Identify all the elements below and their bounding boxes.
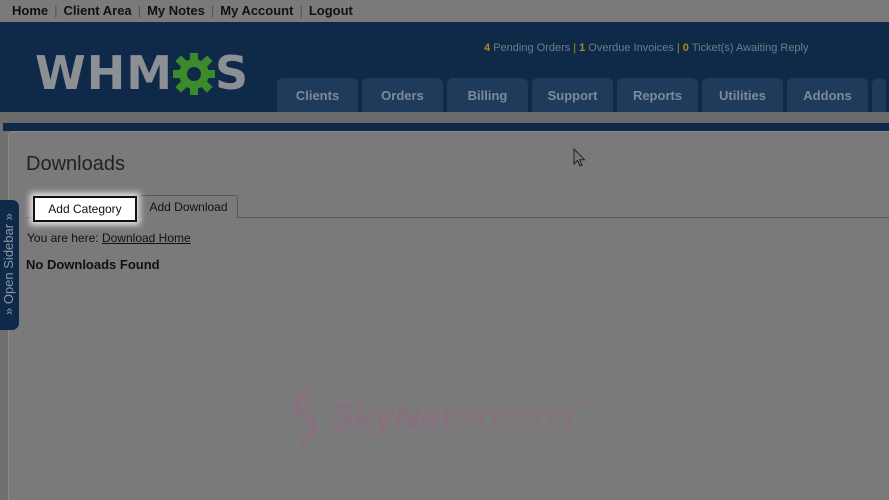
toplink-client-area[interactable]: Client Area: [64, 3, 132, 18]
nav-clients[interactable]: Clients: [277, 78, 358, 112]
pending-orders-count[interactable]: 4: [484, 42, 490, 54]
nav-utilities[interactable]: Utilities: [702, 78, 783, 112]
tab-add-category[interactable]: Add Category: [33, 196, 137, 222]
toplink-my-account[interactable]: My Account: [220, 3, 293, 18]
toplink-logout[interactable]: Logout: [309, 3, 353, 18]
watermark-text: SkyNetHosting: [330, 396, 574, 438]
content-top-bar: [3, 123, 889, 131]
nav-billing[interactable]: Billing: [447, 78, 528, 112]
main-nav: Clients Orders Billing Support Reports U…: [277, 78, 886, 112]
header: WHM S 4 Pending Orders | 1 Overdue Invoices…: [0, 22, 889, 112]
open-sidebar-label: » Open Sidebar »: [1, 213, 16, 315]
whmcs-logo[interactable]: WHM S: [35, 46, 249, 100]
divider-stripe: [0, 112, 889, 123]
overdue-invoices-count[interactable]: 1: [579, 42, 585, 54]
toplink-home[interactable]: Home: [12, 3, 48, 18]
nav-overflow[interactable]: [872, 78, 886, 112]
nav-support[interactable]: Support: [532, 78, 613, 112]
header-stats: 4 Pending Orders | 1 Overdue Invoices | 0 Ti…: [484, 42, 809, 54]
mouse-cursor-icon: [573, 147, 587, 168]
watermark-suffix: .net: [574, 396, 591, 406]
watermark-brand-light: Hosting: [452, 396, 575, 437]
breadcrumb-download-home-link[interactable]: Download Home: [102, 231, 191, 245]
top-links-bar: Home | Client Area | My Notes | My Account |…: [0, 0, 889, 22]
breadcrumb-prefix: You are here:: [27, 231, 99, 245]
watermark-brand: SkyNet: [330, 396, 453, 437]
overdue-invoices-label[interactable]: Overdue Invoices: [588, 42, 674, 54]
nav-reports[interactable]: Reports: [617, 78, 698, 112]
tickets-label[interactable]: Ticket(s) Awaiting Reply: [692, 42, 809, 54]
nav-orders[interactable]: Orders: [362, 78, 443, 112]
tickets-count[interactable]: 0: [683, 42, 689, 54]
page-title: Downloads: [26, 153, 125, 175]
watermark: SkyNetHosting .net: [288, 388, 608, 448]
toplink-my-notes[interactable]: My Notes: [147, 3, 205, 18]
nav-addons[interactable]: Addons: [787, 78, 868, 112]
pending-orders-label[interactable]: Pending Orders: [493, 42, 570, 54]
open-sidebar-button[interactable]: » Open Sidebar »: [0, 200, 19, 330]
watermark-swirl-icon: [293, 389, 318, 447]
logo-text-left: WHM: [35, 46, 174, 100]
gear-icon: [171, 51, 217, 97]
logo-text-right: S: [215, 46, 250, 100]
tab-add-download[interactable]: Add Download: [139, 195, 238, 218]
breadcrumb: You are here: Download Home: [27, 231, 191, 245]
empty-message: No Downloads Found: [26, 257, 160, 272]
